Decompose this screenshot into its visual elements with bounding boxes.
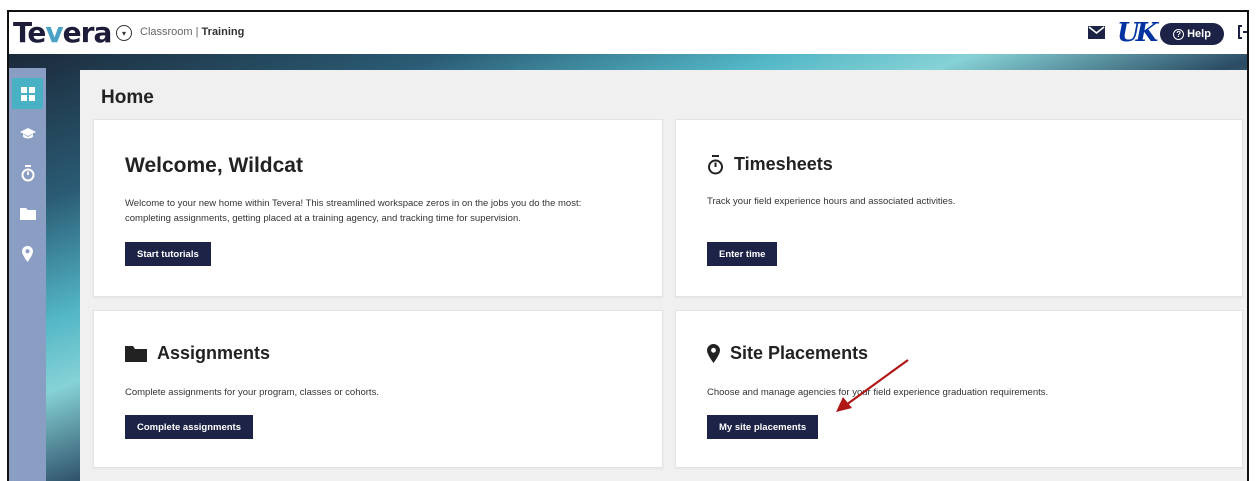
page-title: Home: [101, 87, 154, 108]
placements-heading: Site Placements: [707, 343, 868, 364]
stopwatch-icon: [708, 154, 723, 174]
sidebar-item-timesheets[interactable]: [12, 158, 43, 189]
map-pin-icon: [22, 245, 33, 262]
welcome-description: Welcome to your new home within Tevera! …: [125, 196, 581, 226]
sidebar: [9, 68, 46, 481]
welcome-title: Welcome, Wildcat: [125, 154, 303, 177]
my-site-placements-button[interactable]: My site placements: [707, 415, 819, 439]
placements-card: Site Placements Choose and manage agenci…: [675, 310, 1243, 468]
assignments-title: Assignments: [157, 343, 271, 363]
welcome-desc-line1: Welcome to your new home within Tevera! …: [125, 198, 582, 209]
question-circle-icon: ?: [1173, 28, 1185, 40]
placements-description: Choose and manage agencies for your fiel…: [707, 387, 1049, 398]
start-tutorials-button[interactable]: Start tutorials: [125, 242, 211, 266]
folder-icon: [19, 208, 36, 220]
logo-prefix: Te: [13, 16, 46, 49]
top-bar: Tevera ▾ Classroom | Training UK ? Help: [9, 12, 1247, 54]
sidebar-item-placements[interactable]: [12, 238, 43, 269]
welcome-card: Welcome, Wildcat Welcome to your new hom…: [93, 119, 663, 297]
timesheets-description: Track your field experience hours and as…: [707, 196, 956, 207]
sidebar-item-classes[interactable]: [12, 118, 43, 149]
map-pin-icon: [707, 344, 720, 363]
main-content: Home Welcome, Wildcat Welcome to your ne…: [80, 70, 1247, 481]
graduation-cap-icon: [19, 128, 36, 139]
enter-time-button[interactable]: Enter time: [707, 242, 778, 266]
assignments-heading: Assignments: [125, 343, 270, 364]
logo-v: v: [45, 16, 63, 49]
placements-title: Site Placements: [730, 343, 869, 363]
logo-suffix: era: [62, 16, 113, 49]
breadcrumb-training: Training: [201, 26, 245, 38]
complete-assignments-button[interactable]: Complete assignments: [125, 415, 253, 439]
assignments-description: Complete assignments for your program, c…: [125, 387, 379, 398]
logout-icon[interactable]: [1237, 24, 1249, 40]
timesheets-title: Timesheets: [734, 154, 833, 174]
breadcrumb[interactable]: Classroom | Training: [140, 26, 244, 38]
dashboard-grid-icon: [20, 86, 35, 101]
sidebar-item-home[interactable]: [12, 78, 43, 109]
tevera-logo[interactable]: Tevera: [13, 16, 113, 49]
breadcrumb-classroom: Classroom |: [140, 26, 202, 38]
sidebar-item-assignments[interactable]: [12, 198, 43, 229]
help-label: Help: [1187, 28, 1211, 40]
assignments-card: Assignments Complete assignments for you…: [93, 310, 663, 468]
help-button[interactable]: ? Help: [1160, 23, 1224, 45]
timesheets-card: Timesheets Track your field experience h…: [675, 119, 1243, 297]
mail-icon[interactable]: [1088, 26, 1105, 39]
timesheets-heading: Timesheets: [707, 154, 833, 175]
app-window: Tevera ▾ Classroom | Training UK ? Help: [7, 10, 1249, 481]
chevron-down-icon[interactable]: ▾: [116, 25, 132, 41]
uk-logo[interactable]: UK: [1117, 18, 1158, 48]
folder-icon: [125, 346, 147, 362]
welcome-desc-line2: completing assignments, getting placed a…: [125, 213, 521, 224]
stopwatch-icon: [21, 165, 34, 182]
